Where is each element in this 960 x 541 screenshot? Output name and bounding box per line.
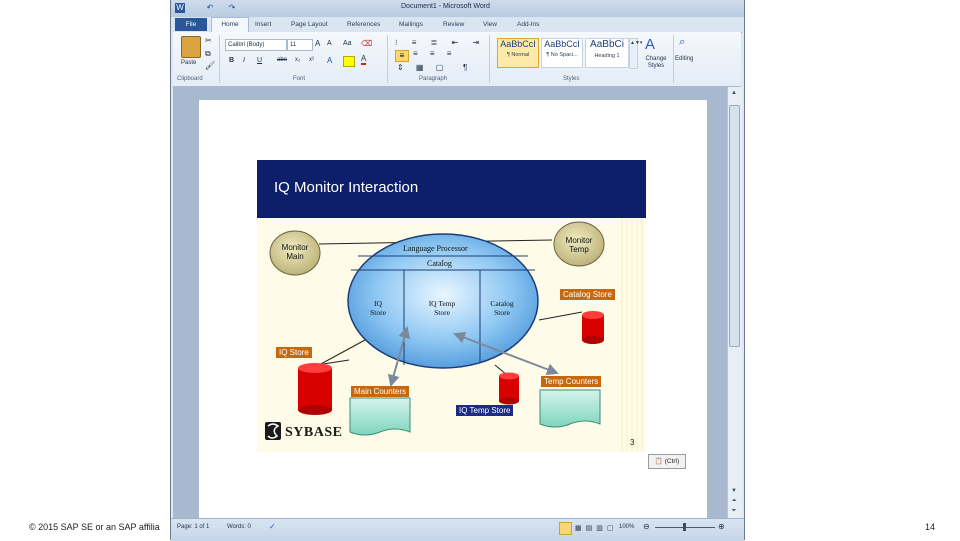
paragraph-group-label: Paragraph	[419, 76, 448, 82]
group-separator	[219, 35, 220, 83]
font-group-label: Font	[293, 76, 306, 82]
style-heading-1-name: Heading 1	[594, 53, 620, 59]
style-normal-sample: AaBbCcI	[500, 39, 536, 49]
font-name-select[interactable]: Calibri (Body)	[225, 39, 287, 51]
next-page-icon[interactable]: ⏷	[729, 507, 739, 515]
copy-icon[interactable]: ⧉	[205, 49, 211, 59]
zoom-slider-thumb[interactable]	[683, 523, 686, 531]
zoom-level[interactable]: 100%	[619, 524, 634, 530]
style-normal-name: ¶ Normal	[506, 52, 530, 58]
tab-review[interactable]: Review	[443, 18, 464, 31]
zoom-out-icon[interactable]: ⊖	[643, 522, 650, 531]
change-styles-icon[interactable]: A	[645, 36, 655, 53]
tab-add-ins[interactable]: Add-Ins	[517, 18, 539, 31]
undo-icon[interactable]: ↶	[205, 3, 215, 13]
tab-mailings[interactable]: Mailings	[399, 18, 423, 31]
bold-button[interactable]: B	[229, 57, 234, 64]
show-marks-icon[interactable]: ¶	[463, 63, 467, 72]
style-heading-1-sample: AaBbCi	[590, 39, 624, 50]
scroll-up-icon[interactable]: ▲	[729, 89, 739, 97]
tab-file[interactable]: File	[175, 18, 207, 31]
document-page[interactable]	[199, 100, 707, 518]
tab-home[interactable]: Home	[211, 17, 249, 33]
styles-more-icon[interactable]: ▲▼▾	[629, 38, 642, 69]
footer-page-number: 14	[925, 522, 936, 532]
shrink-font-icon[interactable]: A	[327, 40, 332, 47]
change-case-icon[interactable]: Aa	[343, 40, 352, 47]
format-painter-icon[interactable]: 🖌	[205, 61, 215, 70]
tab-page-layout[interactable]: Page Layout	[291, 18, 328, 31]
redo-icon[interactable]: ↷	[227, 3, 237, 13]
style-no-spacing[interactable]: AaBbCcI ¶ No Spaci...	[541, 38, 583, 68]
view-mode-icons[interactable]: ▦▤▥▢	[575, 524, 617, 532]
group-separator	[489, 35, 490, 83]
scroll-down-icon[interactable]: ▼	[729, 487, 739, 495]
style-no-spacing-sample: AaBbCcI	[544, 39, 580, 49]
style-no-spacing-name: ¶ No Spaci...	[546, 52, 578, 58]
zoom-in-icon[interactable]: ⊕	[718, 522, 725, 531]
superscript-button[interactable]: x²	[309, 57, 314, 63]
scrollbar-thumb[interactable]	[729, 105, 740, 347]
italic-button[interactable]: I	[243, 57, 245, 64]
editing-button[interactable]: Editing	[675, 56, 693, 62]
find-icon[interactable]: ⌕	[679, 36, 685, 49]
alignment-icon[interactable]: ≡ ≡ ≡	[413, 49, 456, 58]
font-color-icon[interactable]: A	[361, 55, 367, 65]
grow-font-icon[interactable]: A	[315, 39, 320, 48]
cut-icon[interactable]: ✂	[205, 36, 212, 45]
style-heading-1[interactable]: AaBbCi Heading 1	[585, 38, 629, 68]
proofing-icon[interactable]: ✓	[269, 522, 276, 531]
tab-references[interactable]: References	[347, 18, 380, 31]
previous-page-icon[interactable]: ⏶	[729, 497, 739, 505]
shading-borders-icon[interactable]: ⇕ ▦ ▢	[397, 63, 448, 72]
align-left-icon[interactable]: ≡	[395, 50, 409, 62]
subscript-button[interactable]: x₂	[295, 57, 300, 63]
paste-options-icon: 📋	[654, 458, 663, 465]
status-bar	[171, 518, 744, 541]
paste-button[interactable]: Paste	[181, 60, 196, 66]
paste-options-button[interactable]: 📋 (Ctrl)	[648, 454, 686, 469]
highlight-icon[interactable]	[343, 56, 355, 67]
font-size-select[interactable]: 11	[287, 39, 313, 51]
view-print-layout-icon[interactable]	[559, 522, 572, 535]
group-separator	[387, 35, 388, 83]
underline-button[interactable]: U	[257, 57, 262, 64]
paste-options-label: (Ctrl)	[664, 458, 680, 465]
tab-insert[interactable]: Insert	[255, 18, 271, 31]
style-normal[interactable]: AaBbCcI ¶ Normal	[497, 38, 539, 68]
footer-copyright: © 2015 SAP SE or an SAP affilia	[29, 522, 160, 532]
status-page[interactable]: Page: 1 of 1	[177, 524, 209, 530]
strikethrough-button[interactable]: abe	[277, 57, 287, 63]
styles-group-label: Styles	[563, 76, 580, 82]
word-logo-icon: W	[175, 3, 185, 13]
paste-icon[interactable]	[181, 36, 201, 58]
clipboard-group-label: Clipboard	[177, 76, 203, 82]
status-words[interactable]: Words: 0	[227, 524, 251, 530]
window-title: Document1 - Microsoft Word	[401, 3, 490, 10]
change-styles-button[interactable]: Change Styles	[641, 56, 671, 70]
list-buttons-icon[interactable]: ⁝ ≡ ≣ ⇤ ⇥	[395, 38, 485, 47]
clear-formatting-icon[interactable]: ⌫	[361, 39, 372, 48]
tab-view[interactable]: View	[483, 18, 497, 31]
group-separator	[673, 35, 674, 83]
text-effects-icon[interactable]: A	[327, 56, 332, 65]
